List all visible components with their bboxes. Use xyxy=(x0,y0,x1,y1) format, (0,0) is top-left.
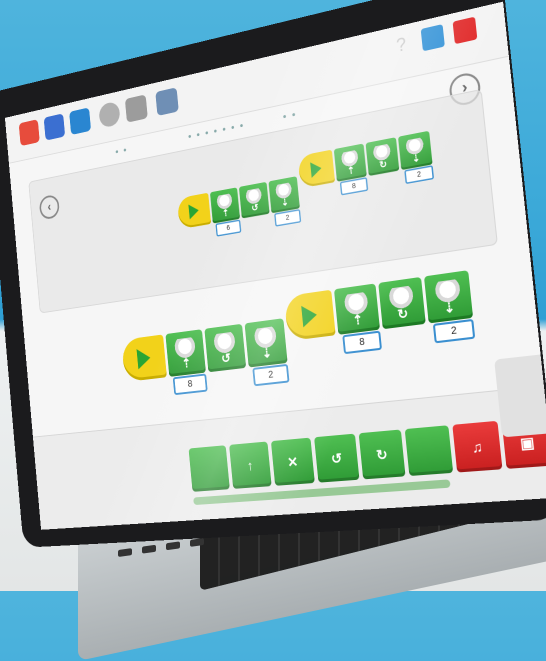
program-block[interactable]: ⇡ 8 xyxy=(165,329,206,377)
param-box[interactable]: 2 xyxy=(433,319,475,344)
program-block[interactable]: ⇡ 8 xyxy=(334,143,367,181)
motor-left-icon[interactable]: ↺ xyxy=(314,434,359,483)
help-icon[interactable]: ? xyxy=(389,31,413,58)
program-block[interactable]: ⇡ 8 xyxy=(334,283,380,334)
start-block[interactable] xyxy=(121,334,167,382)
document-icon[interactable] xyxy=(155,87,179,116)
program-block[interactable]: ⇣ 2 xyxy=(424,270,473,323)
play-icon xyxy=(188,203,199,220)
progress-group-2: ● ● ● ● ● ● ● xyxy=(188,122,246,141)
book-icon[interactable] xyxy=(69,107,91,135)
light-icon[interactable] xyxy=(405,425,453,476)
progress-group-1: ● ● xyxy=(115,147,129,156)
program-block[interactable]: ↻ xyxy=(378,277,426,329)
start-block[interactable] xyxy=(284,290,336,341)
param-box[interactable]: 2 xyxy=(252,364,289,386)
start-block[interactable] xyxy=(298,150,335,189)
motor-right-icon[interactable]: ↻ xyxy=(359,429,406,479)
block-glyph: ↺ xyxy=(207,349,246,369)
program-block[interactable]: ↻ xyxy=(366,137,400,176)
motor-stop-icon[interactable]: ✕ xyxy=(271,438,315,486)
gear-icon[interactable] xyxy=(98,101,120,129)
program-block[interactable]: ⇣ 2 xyxy=(398,131,433,170)
play-icon xyxy=(137,347,152,369)
param-box[interactable]: 8 xyxy=(173,373,208,395)
camera-icon[interactable] xyxy=(125,94,148,122)
block-glyph: ⇡ xyxy=(168,354,206,373)
progress-group-3: ● ● xyxy=(282,111,297,121)
block-glyph: ⇣ xyxy=(247,343,287,363)
play-icon xyxy=(301,304,318,328)
param-box[interactable]: 8 xyxy=(342,331,382,355)
play-icon xyxy=(310,160,322,177)
close-icon[interactable] xyxy=(453,17,478,45)
program-block[interactable]: ↺ xyxy=(239,182,270,219)
bricks-icon[interactable] xyxy=(44,113,66,140)
sound-icon[interactable]: ♫ xyxy=(452,421,502,473)
motor-icon[interactable] xyxy=(189,445,230,492)
blue-square-icon[interactable] xyxy=(421,24,445,51)
program-block[interactable]: ⇣ 2 xyxy=(268,176,299,213)
home-icon[interactable] xyxy=(19,119,40,146)
scene: ? ● ● ● ● ● ● ● ● ● ● ● › ‹ ⇡ 6 ↺ ⇣ 2 ⇡ 8 ↻… xyxy=(0,0,546,591)
motor-up-icon[interactable]: ↑ xyxy=(229,441,272,488)
program-block[interactable]: ⇡ 6 xyxy=(210,187,240,223)
program-3: ⇡ 8 ↺ ⇣ 2 xyxy=(121,318,287,382)
start-block[interactable] xyxy=(177,193,211,230)
program-block[interactable]: ↺ xyxy=(204,324,246,372)
program-block[interactable]: ⇣ 2 xyxy=(245,318,288,367)
program-4: ⇡ 8 ↻ ⇣ 2 xyxy=(284,270,473,341)
tools-side-panel[interactable] xyxy=(494,355,546,438)
